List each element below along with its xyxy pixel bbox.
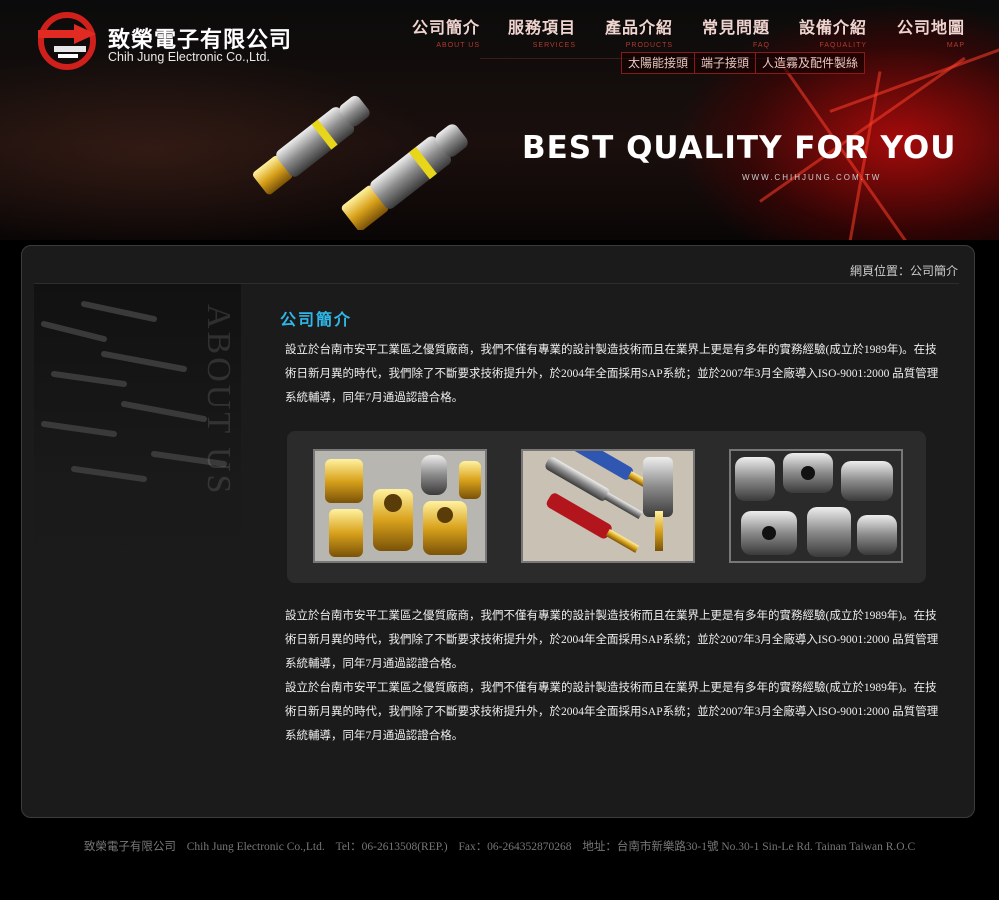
page: 致榮電子有限公司 Chih Jung Electronic Co.,Ltd. 公… [0,0,999,900]
product-gallery [287,431,926,583]
nav-sublabel: ABOUT US [436,42,481,49]
nav-sublabel: FAQ [753,42,771,49]
gallery-thumb-chrome-adapters[interactable] [729,449,903,563]
logo-mark-icon [38,12,96,70]
banner-slogan: BEST QUALITY FOR YOU [522,130,957,166]
product-subnav: 太陽能接頭 端子接頭 人造霧及配件製絲 [621,52,866,74]
footer-fax: Fax：06-264352870268 [458,841,572,853]
gallery-thumb-audio-plugs[interactable] [521,449,695,563]
gallery-thumb-gold-connectors[interactable] [313,449,487,563]
nav-label: 設備介紹 [799,18,868,37]
side-label: ABOUT US [200,304,237,497]
nav-item-products[interactable]: 產品介紹 PRODUCTS [605,14,673,49]
footer-tel: Tel：06-2613508(REP.) [335,841,448,853]
nav-label: 常見問題 [702,18,771,37]
nav-item-services[interactable]: 服務項目 SERVICES [508,14,576,49]
nav-sublabel: PRODUCTS [625,42,674,49]
nav-label: 產品介紹 [605,18,674,37]
audio-plugs-image [523,451,693,561]
nav-item-faq[interactable]: 常見問題 FAQ [702,14,770,49]
nav-sublabel: FAQUALITY [819,42,868,49]
subnav-item-terminal-connector[interactable]: 端子接頭 [694,52,757,74]
nav-label: 公司地圖 [897,18,966,37]
detail-paragraphs: 設立於台南市安平工業區之優質廠商，我們不僅有專業的設計製造技術而且在業界上更是有… [285,604,945,748]
banner-url: WWW.CHIHJUNG.COM.TW [742,173,882,182]
nav-item-map[interactable]: 公司地圖 MAP [897,14,965,49]
banner-connectors-image [252,95,468,230]
footer-company: 致榮電子有限公司 [83,841,176,853]
header-banner: 致榮電子有限公司 Chih Jung Electronic Co.,Ltd. 公… [0,0,999,240]
nav-item-about-us[interactable]: 公司簡介 ABOUT US [412,14,480,49]
intro-paragraph: 設立於台南市安平工業區之優質廠商，我們不僅有專業的設計製造技術而且在業界上更是有… [285,344,939,404]
company-name-en: Chih Jung Electronic Co.,Ltd. [108,50,270,64]
subnav-item-fog-accessories[interactable]: 人造霧及配件製絲 [755,52,866,74]
nav-item-equipment[interactable]: 設備介紹 FAQUALITY [799,14,867,49]
page-title: 公司簡介 [280,310,353,329]
about-us-side-image: ABOUT US [34,284,241,574]
subnav-item-solar-connector[interactable]: 太陽能接頭 [621,52,696,74]
detail-paragraph: 設立於台南市安平工業區之優質廠商，我們不僅有專業的設計製造技術而且在業界上更是有… [285,610,939,670]
content-panel: 網頁位置：公司簡介 ABOUT US 公司簡介 設立於台南市安平工業區之優質廠商… [21,245,975,818]
gold-connectors-image [315,451,485,561]
footer-address: 地址：台南市新樂路30-1號 No.30-1 Sin-Le Rd. Tainan… [582,841,916,853]
breadcrumb: 網頁位置：公司簡介 [849,264,958,278]
main-nav: 公司簡介 ABOUT US 服務項目 SERVICES 產品介紹 PRODUCT… [404,14,974,54]
footer: 致榮電子有限公司 Chih Jung Electronic Co.,Ltd. T… [0,838,999,854]
footer-company-en: Chih Jung Electronic Co.,Ltd. [186,841,325,853]
nav-label: 服務項目 [508,18,577,37]
detail-paragraph: 設立於台南市安平工業區之優質廠商，我們不僅有專業的設計製造技術而且在業界上更是有… [285,682,939,742]
chrome-adapters-image [731,451,901,561]
company-logo[interactable]: 致榮電子有限公司 Chih Jung Electronic Co.,Ltd. [34,10,294,74]
nav-sublabel: MAP [946,42,966,49]
nav-sublabel: SERVICES [532,42,577,49]
nav-label: 公司簡介 [412,18,481,37]
